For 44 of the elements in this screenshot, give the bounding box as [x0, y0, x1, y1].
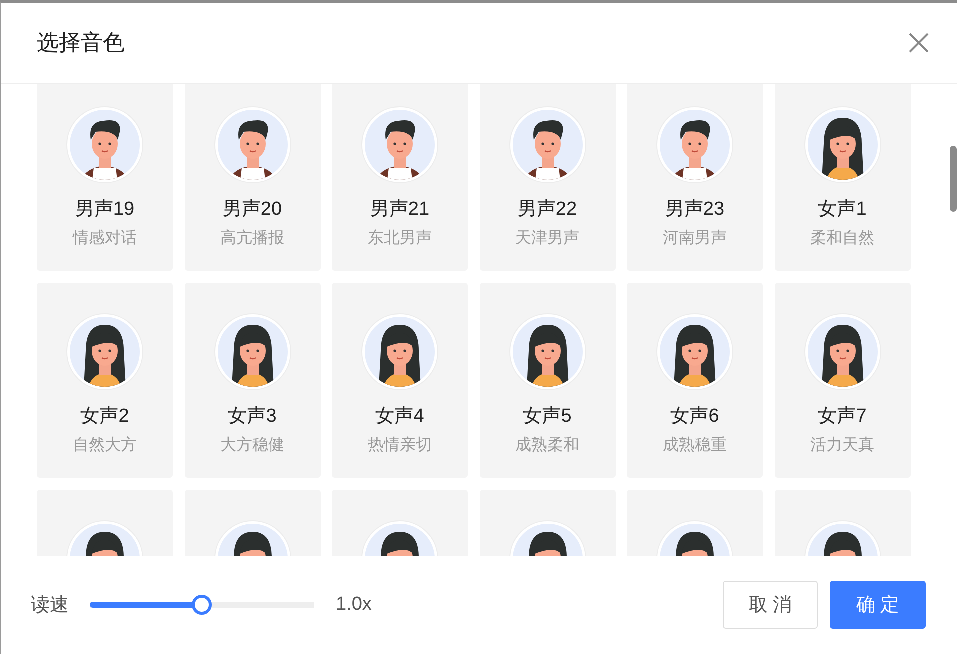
voice-style: 高亢播报	[220, 228, 284, 249]
voice-style: 热情亲切	[368, 436, 432, 456]
voice-style: 成熟稳重	[663, 436, 727, 456]
voice-name: 女声1	[818, 198, 867, 222]
voice-card[interactable]: 女声2 自然大方	[37, 283, 173, 478]
voice-card[interactable]: 男声23 河南男声	[627, 84, 763, 271]
speed-reading: 1.0x	[336, 594, 372, 616]
voice-style: 天津男声	[516, 228, 580, 249]
voice-card[interactable]: 男声21 东北男声	[332, 84, 468, 271]
voice-name: 女声7	[818, 405, 867, 429]
slider-thumb[interactable]	[192, 595, 212, 615]
voice-style: 活力天真	[810, 436, 874, 456]
voice-card[interactable]: 女声3 大方稳健	[184, 283, 320, 478]
voice-card[interactable]: 女声6 成熟稳重	[627, 283, 763, 478]
voice-name: 男声22	[518, 198, 578, 222]
voice-card[interactable]: 男声22 天津男声	[480, 84, 616, 271]
voice-style: 大方稳健	[220, 436, 284, 456]
voice-card[interactable]: 女声4 热情亲切	[332, 283, 468, 478]
cancel-button[interactable]: 取 消	[723, 581, 818, 629]
voice-card[interactable]: 女声5 成熟柔和	[480, 283, 616, 478]
voice-name: 男声21	[370, 198, 430, 222]
voice-name: 女声2	[80, 405, 130, 429]
close-icon[interactable]	[907, 31, 931, 55]
scrollbar-thumb[interactable]	[950, 146, 957, 212]
voice-style: 河南男声	[663, 228, 727, 249]
voice-name: 男声23	[665, 198, 725, 222]
voice-card[interactable]: 男声19 情感对话	[37, 84, 173, 271]
voice-card[interactable]: 男声20 高亢播报	[184, 84, 320, 271]
voice-style: 东北男声	[368, 228, 432, 249]
voice-style: 自然大方	[73, 436, 137, 456]
voice-style: 成熟柔和	[516, 436, 580, 456]
voice-card[interactable]: 女声1 柔和自然	[774, 84, 910, 271]
confirm-button[interactable]: 确 定	[830, 581, 926, 629]
voice-name: 女声4	[376, 405, 424, 429]
voice-name: 女声6	[670, 405, 720, 429]
voice-card[interactable]: 女声7 活力天真	[774, 283, 910, 478]
voice-style: 柔和自然	[810, 228, 874, 249]
voice-name: 男声20	[222, 198, 282, 222]
speed-label: 读速	[31, 594, 69, 618]
voice-name: 男声19	[75, 198, 135, 222]
voice-style: 情感对话	[73, 228, 137, 249]
dialog-title: 选择音色	[37, 29, 125, 57]
voice-name: 女声5	[523, 405, 572, 429]
voice-name: 女声3	[228, 405, 277, 429]
